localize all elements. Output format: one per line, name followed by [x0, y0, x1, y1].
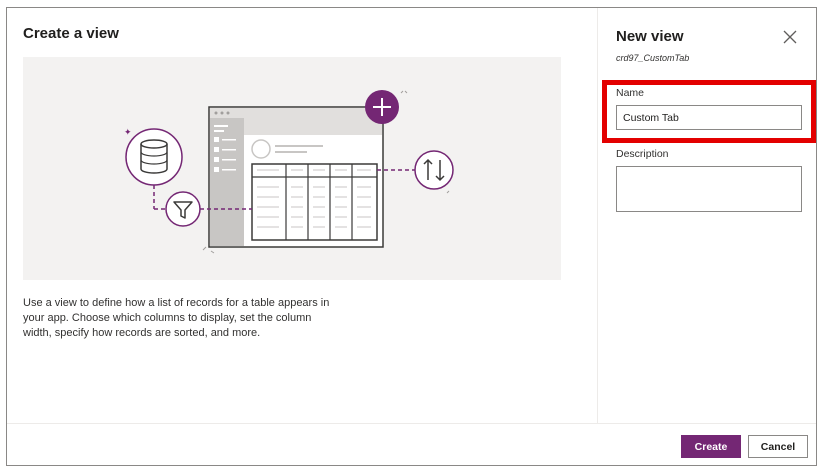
left-pane: Create a view ✦ Use a view to define how… [7, 8, 597, 423]
panel-title: New view [616, 28, 684, 45]
create-button[interactable]: Create [681, 435, 741, 458]
svg-text:✦: ✦ [124, 128, 132, 138]
view-description-text: Use a view to define how a list of recor… [23, 297, 330, 339]
close-button[interactable] [780, 27, 800, 47]
database-icon [125, 128, 183, 186]
description-input[interactable] [616, 166, 802, 212]
dialog-footer: Create Cancel [7, 423, 816, 466]
close-icon [783, 30, 797, 44]
cancel-button[interactable]: Cancel [748, 435, 808, 458]
name-input[interactable] [616, 105, 802, 130]
page-title: Create a view [23, 25, 119, 42]
create-view-dialog: Create a view ✦ Use a view to define how… [6, 7, 817, 466]
name-label: Name [616, 87, 645, 99]
window-mockup-illustration [208, 106, 384, 248]
sort-icon [414, 150, 454, 190]
view-illustration: ✦ [23, 57, 561, 280]
description-label: Description [616, 148, 669, 160]
entity-name: crd97_CustomTab [616, 53, 690, 63]
add-icon [365, 90, 399, 124]
new-view-panel: New view crd97_CustomTab Name Descriptio… [597, 8, 816, 423]
filter-icon [165, 191, 201, 227]
